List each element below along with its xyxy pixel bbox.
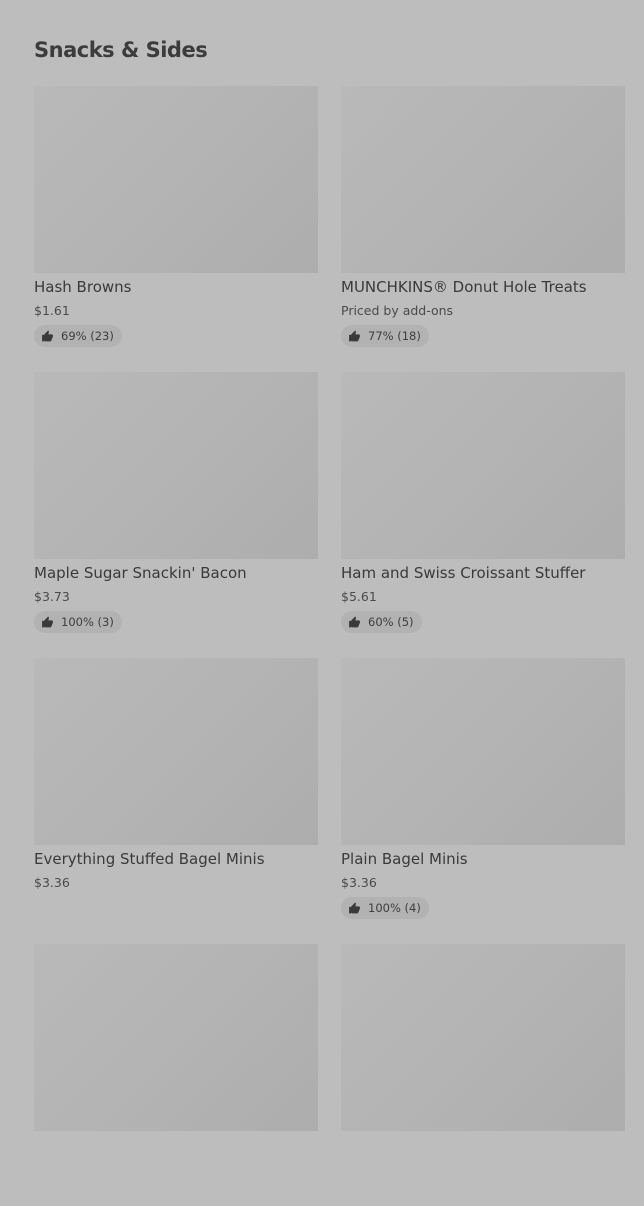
menu-item-price: $3.36: [34, 875, 70, 890]
rating-text: 100% (3): [61, 615, 114, 629]
thumbs-up-icon: [348, 902, 361, 915]
menu-item-card[interactable]: Maple Sugar Snackin' Bacon $3.73 100% (3…: [34, 372, 318, 634]
menu-item-image: [341, 86, 625, 273]
menu-item-card[interactable]: [341, 944, 625, 1206]
menu-item-image: [341, 658, 625, 845]
section-title: Snacks & Sides: [34, 38, 208, 62]
menu-item-image: [34, 944, 318, 1131]
menu-item-card[interactable]: Ham and Swiss Croissant Stuffer $5.61 60…: [341, 372, 625, 634]
thumbs-up-icon: [41, 616, 54, 629]
menu-item-card[interactable]: Plain Bagel Minis $3.36 100% (4): [341, 658, 625, 920]
menu-item-name: MUNCHKINS® Donut Hole Treats: [341, 278, 587, 296]
rating-badge: 60% (5): [341, 611, 422, 633]
menu-item-card[interactable]: Hash Browns $1.61 69% (23): [34, 86, 318, 348]
rating-badge: 69% (23): [34, 325, 122, 347]
menu-item-price: $5.61: [341, 589, 377, 604]
rating-badge: 100% (3): [34, 611, 122, 633]
thumbs-up-icon: [41, 330, 54, 343]
menu-item-image: [341, 944, 625, 1131]
rating-text: 100% (4): [368, 901, 421, 915]
menu-item-name: Maple Sugar Snackin' Bacon: [34, 564, 247, 582]
menu-item-image: [34, 372, 318, 559]
menu-item-price: $1.61: [34, 303, 70, 318]
thumbs-up-icon: [348, 330, 361, 343]
menu-item-card[interactable]: Everything Stuffed Bagel Minis $3.36: [34, 658, 318, 920]
menu-item-price: $3.73: [34, 589, 70, 604]
menu-item-price: Priced by add-ons: [341, 303, 454, 318]
menu-item-name: Everything Stuffed Bagel Minis: [34, 850, 265, 868]
rating-text: 60% (5): [368, 615, 414, 629]
menu-item-price: $3.36: [341, 875, 377, 890]
rating-badge: 100% (4): [341, 897, 429, 919]
menu-item-name: Ham and Swiss Croissant Stuffer: [341, 564, 586, 582]
rating-text: 77% (18): [368, 329, 421, 343]
menu-item-card[interactable]: MUNCHKINS® Donut Hole Treats Priced by a…: [341, 86, 625, 348]
rating-badge: 77% (18): [341, 325, 429, 347]
menu-item-card[interactable]: [34, 944, 318, 1206]
thumbs-up-icon: [348, 616, 361, 629]
menu-item-image: [34, 86, 318, 273]
menu-item-name: Hash Browns: [34, 278, 132, 296]
menu-item-name: Plain Bagel Minis: [341, 850, 468, 868]
menu-item-image: [341, 372, 625, 559]
rating-text: 69% (23): [61, 329, 114, 343]
menu-item-image: [34, 658, 318, 845]
